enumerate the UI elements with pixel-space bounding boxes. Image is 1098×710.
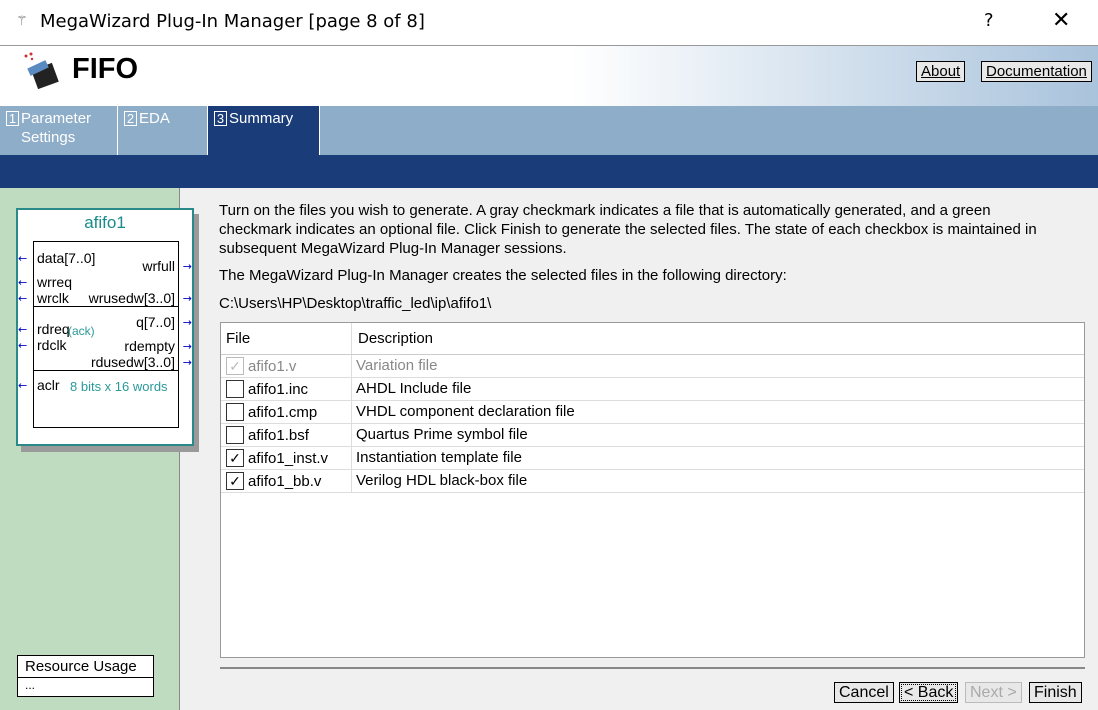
wand-icon: ⚚ bbox=[16, 14, 28, 29]
table-header: File Description bbox=[221, 323, 1084, 355]
ack-label: (ack) bbox=[68, 324, 95, 338]
port-label: wrreq bbox=[37, 274, 73, 290]
output-arrow-icon: → bbox=[182, 292, 192, 305]
next-button[interactable]: Next > bbox=[965, 682, 1022, 703]
output-arrow-icon: → bbox=[182, 356, 192, 369]
symbol-preview: afifo1 ← ← ← ← ← ← data[7..0] wrreq wrcl… bbox=[16, 208, 194, 446]
tab-label: Summary bbox=[229, 110, 294, 127]
documentation-button[interactable]: Documentation bbox=[981, 61, 1092, 82]
help-button[interactable]: ? bbox=[984, 10, 994, 31]
back-button[interactable]: < Back bbox=[899, 682, 959, 703]
file-name: afifo1_bb.v bbox=[248, 472, 322, 490]
port-label: rdclk bbox=[37, 337, 67, 353]
input-arrow-icon: ← bbox=[18, 379, 28, 392]
window-title: MegaWizard Plug-In Manager [page 8 of 8] bbox=[40, 11, 425, 32]
port-label: wrfull bbox=[142, 258, 175, 274]
port-label: rdempty bbox=[124, 338, 175, 354]
tab-number: 2 bbox=[124, 111, 137, 126]
checkbox[interactable]: ✓ bbox=[226, 472, 244, 490]
output-arrow-icon: → bbox=[182, 340, 192, 353]
about-button[interactable]: About bbox=[916, 61, 966, 82]
resource-usage-box: Resource Usage ... bbox=[17, 655, 154, 697]
divider bbox=[33, 370, 179, 371]
file-description: Quartus Prime symbol file bbox=[356, 426, 528, 443]
checkbox[interactable]: ✓ bbox=[226, 449, 244, 467]
intro-text: checkmark indicates an optional file. Cl… bbox=[219, 221, 1037, 238]
file-description: Instantiation template file bbox=[356, 449, 522, 466]
input-arrow-icon: ← bbox=[18, 276, 28, 289]
input-arrow-icon: ← bbox=[18, 323, 28, 336]
table-row: ✓ afifo1.v Variation file bbox=[221, 355, 1084, 378]
file-description: VHDL component declaration file bbox=[356, 403, 575, 420]
intro-text: subsequent MegaWizard Plug-In Manager se… bbox=[219, 240, 567, 257]
file-name: afifo1.v bbox=[248, 357, 297, 375]
cancel-button[interactable]: Cancel bbox=[834, 682, 894, 703]
chip-icon bbox=[24, 52, 59, 90]
tab-parameter-settings[interactable]: 1 Parameter Settings bbox=[0, 106, 118, 155]
tab-label: EDA bbox=[139, 110, 170, 127]
resource-usage-value: ... bbox=[25, 678, 36, 692]
directory-path: C:\Users\HP\Desktop\traffic_led\ip\afifo… bbox=[219, 295, 492, 312]
file-name: afifo1.inc bbox=[248, 380, 309, 398]
page-title: FIFO bbox=[72, 53, 139, 85]
file-description: Verilog HDL black-box file bbox=[356, 472, 528, 489]
port-label: wrusedw[3..0] bbox=[88, 290, 175, 306]
table-row: afifo1.bsf Quartus Prime symbol file bbox=[221, 424, 1084, 447]
input-arrow-icon: ← bbox=[18, 339, 28, 352]
column-header-description: Description bbox=[358, 330, 434, 347]
size-label: 8 bits x 16 words bbox=[70, 379, 168, 394]
intro-text: Turn on the files you wish to generate. … bbox=[219, 202, 991, 219]
tab-number: 3 bbox=[214, 111, 227, 126]
file-description: Variation file bbox=[356, 357, 438, 374]
symbol-name: afifo1 bbox=[84, 213, 126, 232]
port-label: data[7..0] bbox=[37, 250, 96, 266]
file-name: afifo1_inst.v bbox=[248, 449, 329, 467]
file-name: afifo1.cmp bbox=[248, 403, 318, 421]
divider bbox=[33, 306, 179, 307]
directory-label: The MegaWizard Plug-In Manager creates t… bbox=[219, 267, 787, 284]
tab-label: Parameter Settings bbox=[21, 110, 92, 146]
tab-summary[interactable]: 3 Summary bbox=[208, 106, 320, 155]
input-arrow-icon: ← bbox=[18, 292, 28, 305]
checkbox: ✓ bbox=[226, 357, 244, 375]
file-table: File Description ✓ afifo1.v Variation file… bbox=[220, 322, 1085, 658]
column-header-file: File bbox=[226, 330, 251, 347]
tab-number: 1 bbox=[6, 111, 19, 126]
checkbox[interactable] bbox=[226, 426, 244, 444]
tab-eda[interactable]: 2 EDA bbox=[118, 106, 208, 155]
checkbox[interactable] bbox=[226, 403, 244, 421]
checkbox[interactable] bbox=[226, 380, 244, 398]
port-label: q[7..0] bbox=[136, 314, 175, 330]
output-arrow-icon: → bbox=[182, 316, 192, 329]
finish-button[interactable]: Finish bbox=[1029, 682, 1082, 703]
file-name: afifo1.bsf bbox=[248, 426, 309, 444]
table-row: afifo1.inc AHDL Include file bbox=[221, 378, 1084, 401]
port-label: aclr bbox=[37, 377, 60, 393]
table-row: afifo1.cmp VHDL component declaration fil… bbox=[221, 401, 1084, 424]
separator bbox=[220, 667, 1085, 669]
port-label: rdreq bbox=[37, 321, 70, 337]
resource-usage-title: Resource Usage bbox=[18, 656, 153, 678]
table-row: ✓ afifo1_inst.v Instantiation template fil… bbox=[221, 447, 1084, 470]
table-row: ✓ afifo1_bb.v Verilog HDL black-box file bbox=[221, 470, 1084, 493]
output-arrow-icon: → bbox=[182, 260, 192, 273]
port-label: wrclk bbox=[37, 290, 69, 306]
input-arrow-icon: ← bbox=[18, 252, 28, 265]
header-band bbox=[0, 155, 1098, 188]
file-description: AHDL Include file bbox=[356, 380, 472, 397]
close-button[interactable]: ✕ bbox=[1052, 8, 1070, 33]
port-label: rdusedw[3..0] bbox=[90, 354, 175, 370]
